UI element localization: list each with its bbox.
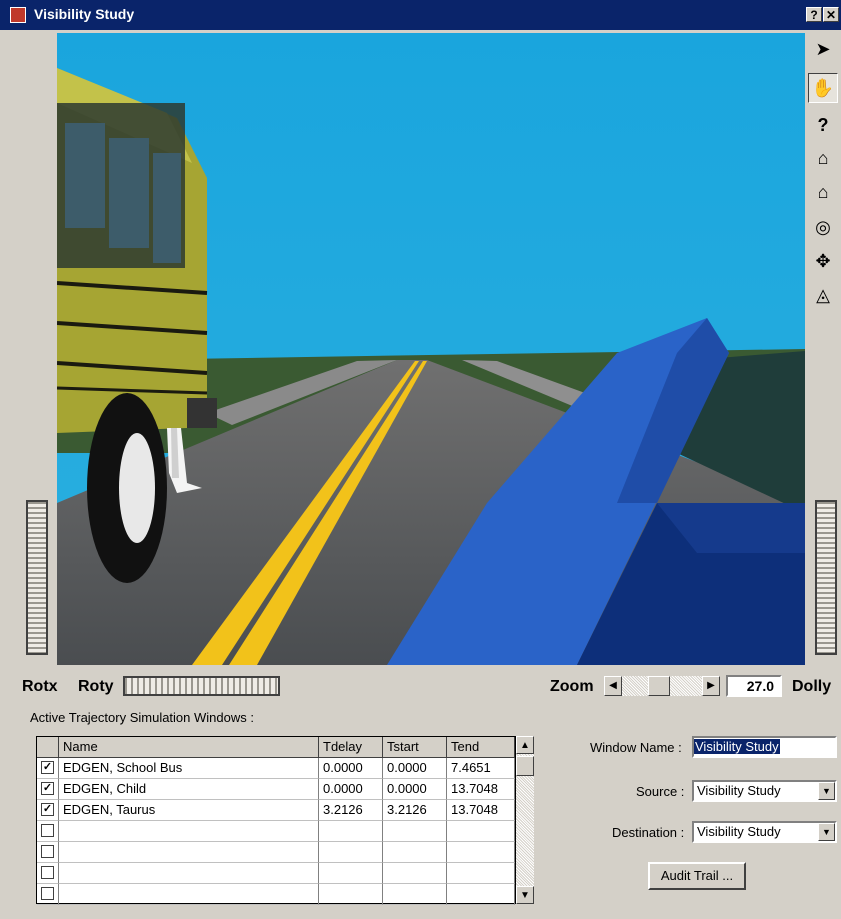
destination-select[interactable]: Visibility Study ▼ <box>692 821 837 843</box>
table-cell-name[interactable]: EDGEN, School Bus <box>59 758 319 779</box>
rotx-label: Rotx <box>22 678 58 695</box>
row-check-cell <box>37 821 59 842</box>
window-name-field[interactable]: Visibility Study <box>692 736 837 758</box>
title-bar: Visibility Study ? ✕ <box>0 0 841 30</box>
table-cell-tdelay[interactable] <box>319 821 383 842</box>
row-check-cell: ✓ <box>37 800 59 821</box>
table-cell-name[interactable]: EDGEN, Child <box>59 779 319 800</box>
table-cell-tstart[interactable]: 0.0000 <box>383 779 447 800</box>
source-select[interactable]: Visibility Study ▼ <box>692 780 837 802</box>
home-icon[interactable]: ⌂ <box>808 143 838 173</box>
set-home-icon[interactable]: ⌂ <box>808 177 838 207</box>
row-checkbox-checked-icon[interactable]: ✓ <box>41 803 54 816</box>
projection-icon[interactable]: ◬ <box>808 280 838 310</box>
dolly-label: Dolly <box>792 678 832 695</box>
table-cell-name[interactable] <box>59 863 319 884</box>
scroll-thumb[interactable] <box>516 756 534 776</box>
3d-viewport[interactable] <box>57 33 805 665</box>
table-cell-name[interactable] <box>59 842 319 863</box>
roty-thumbwheel[interactable] <box>123 676 280 696</box>
trajectory-table[interactable]: Name Tdelay Tstart Tend ✓ EDGEN, School B… <box>36 736 516 905</box>
scene-render <box>57 33 805 665</box>
help-query-icon[interactable]: ? <box>808 110 838 140</box>
table-cell-tdelay[interactable]: 3.2126 <box>319 800 383 821</box>
table-cell-tstart[interactable] <box>383 884 447 905</box>
destination-dropdown-icon[interactable]: ▼ <box>818 823 835 841</box>
table-cell-tdelay[interactable] <box>319 863 383 884</box>
pan-hand-icon[interactable]: ✋ <box>808 73 838 103</box>
audit-trail-button[interactable]: Audit Trail ... <box>648 862 746 890</box>
table-cell-tend[interactable]: 13.7048 <box>447 779 515 800</box>
table-cell-tstart[interactable]: 0.0000 <box>383 758 447 779</box>
row-check-cell <box>37 842 59 863</box>
row-check-cell <box>37 884 59 905</box>
table-cell-tstart[interactable]: 3.2126 <box>383 800 447 821</box>
table-cell-tend[interactable]: 7.4651 <box>447 758 515 779</box>
table-cell-tstart[interactable] <box>383 842 447 863</box>
row-checkbox-checked-icon[interactable]: ✓ <box>41 761 54 774</box>
table-cell-tend[interactable]: 13.7048 <box>447 800 515 821</box>
destination-label: Destination : <box>612 825 685 840</box>
row-checkbox[interactable] <box>41 887 54 900</box>
table-cell-name[interactable] <box>59 884 319 905</box>
dolly-thumbwheel[interactable] <box>815 500 837 655</box>
close-button[interactable]: ✕ <box>823 7 839 22</box>
table-cell-name[interactable]: EDGEN, Taurus <box>59 800 319 821</box>
roty-label: Roty <box>78 678 114 695</box>
source-value: Visibility Study <box>697 783 781 798</box>
row-check-cell: ✓ <box>37 779 59 800</box>
table-cell-tstart[interactable] <box>383 821 447 842</box>
table-cell-tdelay[interactable]: 0.0000 <box>319 758 383 779</box>
table-cell-tdelay[interactable] <box>319 842 383 863</box>
table-cell-name[interactable] <box>59 821 319 842</box>
window-name-value: Visibility Study <box>694 739 780 754</box>
source-dropdown-icon[interactable]: ▼ <box>818 782 835 800</box>
rotx-thumbwheel[interactable] <box>26 500 48 655</box>
window-title: Visibility Study <box>34 6 135 22</box>
select-arrow-icon[interactable]: ➤ <box>808 34 838 64</box>
row-check-cell <box>37 863 59 884</box>
table-scrollbar[interactable]: ▲ ▼ <box>516 736 534 904</box>
table-cell-tdelay[interactable] <box>319 884 383 905</box>
view-all-icon[interactable]: ◎ <box>808 212 838 242</box>
help-button[interactable]: ? <box>806 7 822 22</box>
zoom-slider-thumb[interactable] <box>648 676 670 696</box>
zoom-label: Zoom <box>550 678 594 695</box>
scroll-up-arrow-icon[interactable]: ▲ <box>516 736 534 754</box>
trajectory-section-label: Active Trajectory Simulation Windows : <box>30 710 254 725</box>
seek-icon[interactable]: ✥ <box>808 246 838 276</box>
table-cell-tend[interactable] <box>447 884 515 905</box>
table-cell-tend[interactable] <box>447 863 515 884</box>
zoom-value-field[interactable]: 27.0 <box>726 675 782 697</box>
app-icon[interactable] <box>10 7 26 23</box>
zoom-right-arrow-icon[interactable]: ▶ <box>702 676 720 696</box>
source-label: Source : <box>636 784 685 799</box>
table-cell-tdelay[interactable]: 0.0000 <box>319 779 383 800</box>
table-header-check <box>37 737 59 758</box>
row-check-cell: ✓ <box>37 758 59 779</box>
row-checkbox[interactable] <box>41 866 54 879</box>
zoom-left-arrow-icon[interactable]: ◀ <box>604 676 622 696</box>
window-name-label: Window Name : <box>590 740 682 755</box>
table-cell-tend[interactable] <box>447 821 515 842</box>
table-cell-tstart[interactable] <box>383 863 447 884</box>
table-header-tend[interactable]: Tend <box>447 737 515 758</box>
destination-value: Visibility Study <box>697 824 781 839</box>
row-checkbox[interactable] <box>41 824 54 837</box>
scroll-down-arrow-icon[interactable]: ▼ <box>516 886 534 904</box>
table-header-tstart[interactable]: Tstart <box>383 737 447 758</box>
row-checkbox[interactable] <box>41 845 54 858</box>
row-checkbox-checked-icon[interactable]: ✓ <box>41 782 54 795</box>
table-header-name[interactable]: Name <box>59 737 319 758</box>
table-cell-tend[interactable] <box>447 842 515 863</box>
table-header-tdelay[interactable]: Tdelay <box>319 737 383 758</box>
